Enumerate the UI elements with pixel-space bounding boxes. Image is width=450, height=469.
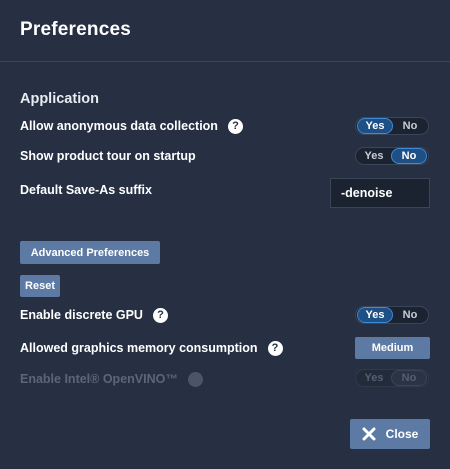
toggle-no-option[interactable]: No [391, 148, 427, 164]
product-tour-row-label: Show product tour on startup [20, 146, 196, 166]
toggle-no-option: No [391, 370, 427, 386]
anonymous-data-toggle[interactable]: Yes No [355, 117, 429, 135]
toggle-no-option[interactable]: No [393, 307, 427, 323]
save-as-suffix-input[interactable] [330, 178, 430, 208]
help-icon[interactable]: ? [267, 340, 283, 356]
close-button-label: Close [385, 427, 419, 441]
toggle-yes-option[interactable]: Yes [357, 118, 393, 134]
help-icon[interactable]: ? [227, 118, 243, 134]
memory-select[interactable]: Medium [355, 337, 430, 359]
openvino-row-label: Enable Intel® OpenVINO™ ? [20, 369, 203, 389]
help-icon[interactable]: ? [152, 307, 168, 323]
memory-row-label: Allowed graphics memory consumption ? [20, 338, 283, 358]
help-icon: ? [187, 371, 203, 387]
dialog-header: Preferences [0, 0, 450, 62]
anonymous-data-row-label: Allow anonymous data collection ? [20, 116, 243, 136]
reset-button[interactable]: Reset [20, 275, 60, 297]
openvino-label: Enable Intel® OpenVINO™ [20, 372, 178, 386]
product-tour-toggle[interactable]: Yes No [355, 147, 429, 165]
toggle-yes-option: Yes [364, 372, 384, 384]
dialog-title: Preferences [20, 19, 131, 40]
memory-label: Allowed graphics memory consumption [20, 341, 258, 355]
close-button[interactable]: Close [350, 419, 430, 449]
toggle-yes-option[interactable]: Yes [357, 148, 391, 164]
toggle-no-option[interactable]: No [393, 118, 427, 134]
section-heading-application: Application [20, 91, 99, 107]
discrete-gpu-label: Enable discrete GPU [20, 308, 143, 322]
discrete-gpu-row-label: Enable discrete GPU ? [20, 305, 168, 325]
discrete-gpu-toggle[interactable]: Yes No [355, 306, 429, 324]
advanced-preferences-button[interactable]: Advanced Preferences [20, 241, 160, 264]
anonymous-data-label: Allow anonymous data collection [20, 119, 218, 133]
product-tour-label: Show product tour on startup [20, 149, 196, 163]
toggle-yes-option[interactable]: Yes [357, 307, 393, 323]
openvino-toggle: Yes No [355, 369, 429, 387]
save-as-suffix-label: Default Save-As suffix [20, 183, 152, 197]
x-icon [362, 427, 376, 441]
save-as-suffix-row-label: Default Save-As suffix [20, 180, 152, 200]
